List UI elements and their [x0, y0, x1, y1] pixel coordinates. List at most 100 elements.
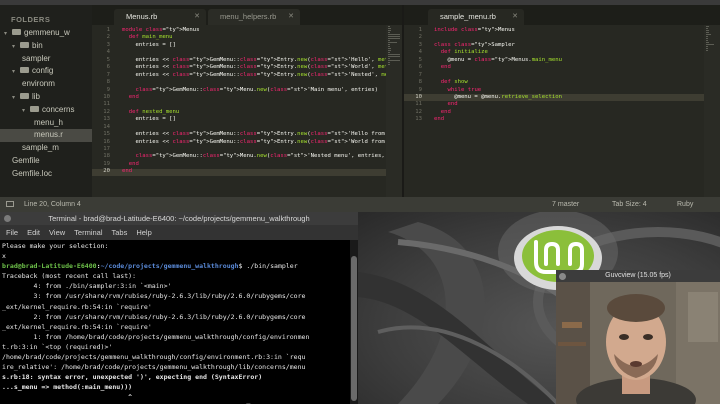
- folder-item[interactable]: ▾ lib: [0, 91, 92, 104]
- close-tab-icon[interactable]: ✕: [512, 9, 518, 25]
- syntax-language[interactable]: Ruby: [677, 197, 693, 212]
- file-item[interactable]: menu_h: [0, 117, 92, 130]
- code-line[interactable]: class="ty">GemMenu::class="ty">Menu.new(…: [122, 87, 402, 94]
- minimap-line: [388, 40, 390, 41]
- left-tab-bar: Menus.rb ✕ menu_helpers.rb ✕: [92, 5, 402, 25]
- item-label: gemmenu_w: [24, 28, 70, 37]
- code-line[interactable]: entries << class="ty">GemMenu::class="ty…: [122, 139, 402, 146]
- right-editor-pane[interactable]: 1 2 3 4 5 6 7 8 9 10 11 12 13 include class="ty">Men…: [404, 25, 720, 197]
- code-line[interactable]: class class="ty">Sampler: [434, 42, 562, 49]
- file-item[interactable]: Gemfile.loc: [0, 168, 92, 181]
- code-line[interactable]: entries << class="ty">GemMenu::class="ty…: [122, 131, 402, 138]
- scrollbar-thumb[interactable]: [351, 256, 357, 401]
- file-item[interactable]: environm: [0, 78, 92, 91]
- code-line[interactable]: def nested_menu: [122, 109, 402, 116]
- tab-size-setting[interactable]: Tab Size: 4: [612, 197, 647, 212]
- line-number: 6: [418, 64, 422, 71]
- code-line[interactable]: class="ty">GemMenu::class="ty">Menu.new(…: [122, 153, 402, 160]
- minimap-line: [388, 50, 392, 51]
- code-line[interactable]: [122, 49, 402, 56]
- minimap-line: [706, 50, 708, 51]
- folder-item[interactable]: ▾ bin: [0, 40, 92, 53]
- file-item[interactable]: sample_m: [0, 142, 92, 155]
- terminal-menu-edit[interactable]: Edit: [27, 228, 40, 237]
- code-line[interactable]: [122, 124, 402, 131]
- output-line: Traceback (most recent call last):: [2, 272, 137, 281]
- folder-item[interactable]: ▾ config: [0, 65, 92, 78]
- code-line[interactable]: [122, 101, 402, 108]
- line-number: 6: [106, 64, 110, 71]
- prompt-user: brad@brad-Latitude-E6400: [2, 262, 97, 271]
- code-line[interactable]: @menu = @menu.retrieve_selection: [434, 94, 562, 101]
- code-line[interactable]: end: [434, 116, 562, 123]
- minimap[interactable]: [704, 25, 720, 197]
- minimap-line: [706, 48, 708, 49]
- code-line[interactable]: [122, 79, 402, 86]
- close-tab-icon[interactable]: ✕: [288, 9, 294, 25]
- file-item[interactable]: menus.r: [0, 129, 92, 143]
- folder-item[interactable]: ▾ concerns: [0, 104, 92, 117]
- line-number-gutter: 1 2 3 4 5 6 7 8 9 10 11 12 13: [404, 27, 422, 124]
- line-number: 13: [103, 116, 110, 123]
- code-line[interactable]: end: [122, 161, 402, 168]
- terminal-menu-file[interactable]: File: [6, 228, 18, 237]
- code-line[interactable]: def initialize: [434, 49, 562, 56]
- line-number: 1: [106, 27, 110, 33]
- tab-label: Menus.rb: [126, 12, 158, 21]
- code-line[interactable]: entries << class="ty">GemMenu::class="ty…: [122, 72, 402, 79]
- code-line[interactable]: def main_menu: [122, 34, 402, 41]
- code-line[interactable]: end: [122, 168, 402, 175]
- terminal-menu-help[interactable]: Help: [136, 228, 151, 237]
- code-line[interactable]: end: [434, 109, 562, 116]
- close-window-icon[interactable]: [559, 272, 566, 280]
- line-number: 9: [106, 86, 110, 93]
- folder-item[interactable]: ▾ gemmenu_w: [0, 27, 92, 40]
- file-tab[interactable]: sample_menu.rb ✕: [428, 9, 524, 25]
- item-label: lib: [32, 91, 41, 101]
- terminal-menu-tabs[interactable]: Tabs: [112, 228, 128, 237]
- code-line[interactable]: [434, 72, 562, 79]
- close-tab-icon[interactable]: ✕: [194, 9, 200, 25]
- code-text[interactable]: include class="ty">Menus class class="ty…: [434, 27, 562, 124]
- guvcview-titlebar: Guvcview (15.05 fps): [556, 270, 720, 282]
- file-tab[interactable]: menu_helpers.rb ✕: [208, 9, 300, 25]
- code-line[interactable]: end: [434, 101, 562, 108]
- line-number: 12: [415, 108, 422, 115]
- branch-count: 7: [552, 201, 556, 208]
- branch-name: master: [557, 201, 580, 208]
- code-line[interactable]: while true: [434, 87, 562, 94]
- minimap[interactable]: [386, 25, 402, 197]
- code-line[interactable]: entries = []: [122, 42, 402, 49]
- code-line[interactable]: entries = []: [122, 116, 402, 123]
- code-line[interactable]: [434, 34, 562, 41]
- folder-icon: [20, 41, 29, 48]
- terminal-output[interactable]: Please make your selection: x brad@brad-La…: [2, 241, 350, 404]
- code-line[interactable]: @menu = class="ty">Menus.main_menu: [434, 57, 562, 64]
- line-number: 5: [106, 56, 110, 63]
- item-label: environm: [22, 79, 55, 89]
- file-tab[interactable]: Menus.rb ✕: [114, 9, 206, 25]
- code-text[interactable]: module class="ty">Menus def main_menu en…: [122, 27, 402, 176]
- item-label: Gemfile.loc: [12, 168, 53, 178]
- file-item[interactable]: Gemfile: [0, 155, 92, 168]
- code-line[interactable]: module class="ty">Menus: [122, 27, 402, 34]
- code-line[interactable]: [122, 146, 402, 153]
- code-line[interactable]: end: [122, 94, 402, 101]
- code-line[interactable]: entries << class="ty">GemMenu::class="ty…: [122, 57, 402, 64]
- code-line[interactable]: end: [434, 64, 562, 71]
- left-editor-pane[interactable]: 1 2 3 4 5 6 7 8 9 10 11 12 13 14 15 16 17 18 19 20 module c…: [92, 25, 402, 197]
- file-item[interactable]: sampler: [0, 53, 92, 66]
- git-branch-status[interactable]: 7 master: [552, 197, 579, 212]
- terminal-title: Terminal - brad@brad-Latitude-E6400: ~/c…: [48, 214, 310, 223]
- close-window-icon[interactable]: [4, 215, 11, 222]
- code-line[interactable]: entries << class="ty">GemMenu::class="ty…: [122, 64, 402, 71]
- line-number: 2: [106, 34, 110, 41]
- panel-toggle-icon[interactable]: [6, 201, 14, 207]
- terminal-menu-view[interactable]: View: [49, 228, 65, 237]
- terminal-scrollbar[interactable]: [350, 240, 358, 404]
- code-line[interactable]: include class="ty">Menus: [434, 27, 562, 34]
- terminal-menu-terminal[interactable]: Terminal: [74, 228, 102, 237]
- code-line[interactable]: def show: [434, 79, 562, 86]
- line-number: 19: [103, 160, 110, 167]
- minimap-line: [706, 46, 708, 47]
